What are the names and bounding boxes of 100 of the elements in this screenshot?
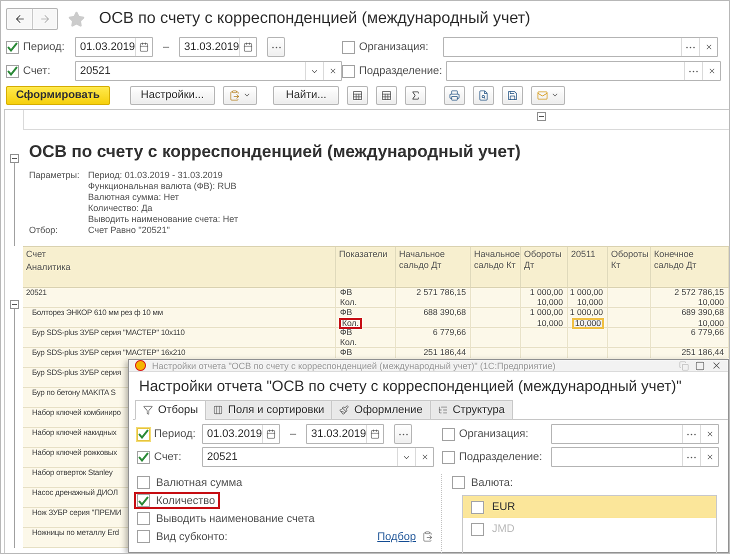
parameter-value: Валютная сумма: Нет	[88, 192, 180, 203]
column-header: 20511	[571, 249, 596, 260]
organization-field[interactable]	[443, 37, 718, 57]
find-button[interactable]: Найти...	[272, 86, 340, 104]
table-cell: ФВ	[339, 328, 354, 338]
settings-button[interactable]: Настройки...	[130, 86, 215, 104]
clear-icon	[706, 453, 714, 461]
option-label: Вид субконто:	[156, 530, 228, 542]
dialog-window-title: Настройки отчета "ОСВ по счету с корреспонденцией (международный учет)" (1С:Предприятие)	[152, 360, 556, 370]
caret-icon	[551, 91, 560, 99]
organization-label: Организация:	[459, 428, 530, 440]
clear-icon	[328, 67, 336, 75]
table-cell: 689 390,68	[680, 308, 725, 318]
table-cell: 1 000,00	[528, 288, 564, 298]
table-button[interactable]	[376, 86, 398, 104]
paste-menu-button[interactable]	[222, 86, 257, 104]
checkbox[interactable]	[471, 500, 484, 514]
back-arrow-icon	[14, 13, 26, 25]
table-cell: 10,000	[576, 298, 604, 307]
checkbox[interactable]	[137, 428, 150, 440]
table-icon	[352, 90, 364, 100]
account-field[interactable]: 20521	[202, 447, 434, 467]
sigma-icon	[410, 90, 422, 100]
ellipsis-icon	[687, 432, 696, 436]
table-cell: 10,000	[536, 298, 564, 307]
collapse-icon[interactable]	[10, 300, 18, 309]
clear-icon	[704, 43, 712, 51]
save-button[interactable]	[502, 86, 524, 104]
account-field[interactable]: 20521	[75, 61, 342, 81]
period-label: Период:	[154, 428, 197, 440]
checkbox[interactable]	[137, 512, 150, 525]
tab[interactable]: Структура	[430, 400, 513, 420]
parameter-value: Счет Равно "20521"	[88, 225, 171, 236]
table-cell: 10,000	[697, 298, 725, 307]
date-field[interactable]: 31.03.2019	[306, 424, 384, 444]
print-button[interactable]	[444, 86, 466, 104]
checkbox[interactable]	[6, 40, 19, 54]
star-icon[interactable]	[68, 10, 85, 28]
ellipsis-icon	[686, 46, 695, 48]
preview-button[interactable]	[473, 86, 494, 104]
columns-icon	[213, 405, 224, 415]
division-label: Подразделение:	[459, 451, 544, 463]
date-field[interactable]: 01.03.2019	[202, 424, 280, 444]
table-cell: 6 779,66	[432, 328, 467, 338]
currency-label: Валюта:	[471, 476, 513, 488]
table-cell: 6 779,66	[690, 328, 725, 338]
table-button[interactable]	[347, 86, 368, 104]
list-item[interactable]: EUR	[463, 496, 716, 518]
table-cell: 2 571 786,15	[415, 288, 467, 298]
clear-icon	[708, 67, 716, 75]
checkbox[interactable]	[342, 64, 355, 78]
clear-icon	[706, 430, 714, 438]
clear-icon	[420, 453, 428, 461]
checkbox[interactable]	[137, 450, 150, 464]
sum-button[interactable]	[405, 86, 426, 104]
checkbox[interactable]	[137, 494, 150, 507]
date-field[interactable]: 31.03.2019	[179, 37, 258, 57]
division-field[interactable]	[446, 61, 722, 81]
checkbox[interactable]	[342, 40, 355, 54]
table-icon	[381, 90, 392, 100]
collapse-icon[interactable]	[10, 154, 18, 163]
printer-icon	[449, 90, 460, 100]
calendar-icon	[243, 42, 254, 52]
parameter-value: Выводить наименование счета: Нет	[88, 214, 240, 225]
checkbox[interactable]	[442, 450, 455, 464]
table-cell: ФВ	[339, 348, 354, 358]
ellipsis-icon	[398, 432, 408, 436]
parameter-label: Отбор:	[29, 225, 59, 236]
division-field[interactable]	[551, 447, 719, 467]
tab[interactable]: Поля и сортировки	[205, 400, 332, 420]
checkbox[interactable]	[6, 64, 19, 78]
dash-text: –	[163, 41, 170, 53]
collapse-icon[interactable]	[537, 112, 546, 121]
table-cell: 1 000,00	[528, 308, 564, 318]
floppy-icon	[507, 90, 518, 100]
more-button[interactable]	[267, 37, 286, 57]
more-button[interactable]	[394, 424, 412, 444]
checkbox[interactable]	[452, 476, 465, 489]
column-header: Конечное сальдо Дт	[654, 249, 698, 271]
mail-menu-button[interactable]	[531, 86, 566, 104]
checkbox[interactable]	[442, 428, 455, 440]
ellipsis-icon	[272, 46, 281, 48]
checkbox[interactable]	[137, 530, 150, 543]
tab[interactable]: Оформление	[331, 400, 431, 420]
parameter-value: Период: 01.03.2019 - 31.03.2019	[88, 170, 224, 181]
option-label: Выводить наименование счета	[156, 512, 315, 524]
tab[interactable]: Отборы	[135, 400, 206, 420]
logo-icon	[135, 360, 146, 371]
organization-field[interactable]	[551, 424, 719, 444]
pick-link[interactable]: Подбор	[377, 530, 416, 542]
checkbox[interactable]	[137, 476, 150, 489]
calendar-icon	[370, 429, 380, 439]
caret-icon	[242, 91, 251, 99]
parameter-label: Параметры:	[29, 170, 80, 181]
table-cell: 251 186,44	[680, 348, 725, 358]
table-cell: Кол.	[339, 338, 358, 347]
generate-button[interactable]: Сформировать	[6, 86, 110, 104]
column-header: Счет	[26, 249, 47, 260]
tree-icon	[438, 405, 448, 415]
date-field[interactable]: 01.03.2019	[75, 37, 153, 57]
